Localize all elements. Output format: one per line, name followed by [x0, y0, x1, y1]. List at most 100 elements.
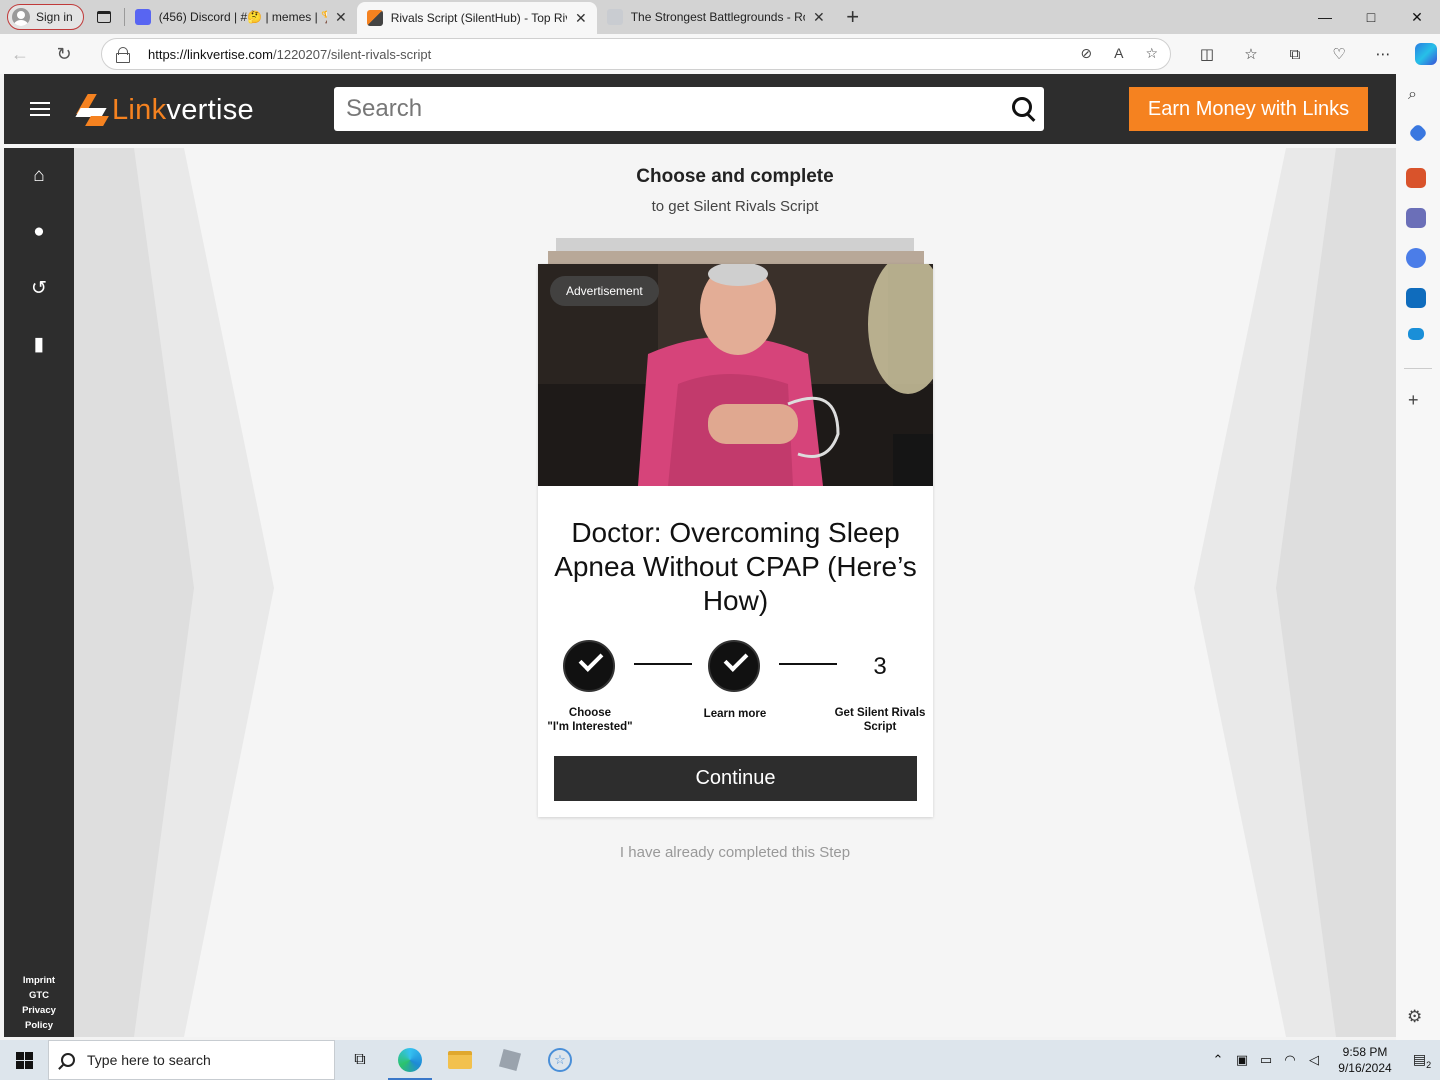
discord-favicon-icon — [134, 9, 151, 25]
earn-money-button[interactable]: Earn Money with Links — [1129, 87, 1368, 131]
send-icon[interactable] — [1408, 328, 1424, 340]
split-screen-icon[interactable]: ◫ — [1185, 45, 1229, 63]
browser-essentials-icon[interactable]: ♡ — [1317, 45, 1361, 63]
file-explorer-icon[interactable] — [435, 1040, 485, 1080]
sign-in-button[interactable]: Sign in — [7, 4, 84, 30]
notification-count: 2 — [1426, 1059, 1432, 1070]
page-heading: Choose and complete — [636, 166, 834, 187]
notifications-icon[interactable]: ▤2 — [1404, 1051, 1440, 1070]
history-icon[interactable]: ↺ — [29, 278, 49, 299]
imprint-link[interactable]: Imprint — [4, 973, 74, 988]
volume-muted-icon[interactable]: ◁ — [1302, 1052, 1326, 1068]
steps-progress: 3 Choose "I'm Interested" Learn more Get… — [538, 640, 933, 740]
taskbar-search-placeholder: Type here to search — [87, 1052, 211, 1068]
check-icon — [578, 647, 604, 672]
tab-discord[interactable]: (456) Discord | #🤔 | memes | 🏆 ✕ — [125, 0, 357, 34]
page-subheading: to get Silent Rivals Script — [651, 198, 819, 215]
collections-icon[interactable]: ⧉ — [1273, 46, 1317, 63]
continue-button[interactable]: Continue — [554, 756, 917, 801]
policy-link[interactable]: Policy — [4, 1018, 74, 1033]
refresh-button[interactable]: ↻ — [44, 34, 84, 74]
add-sidebar-app-icon[interactable]: + — [1408, 390, 1419, 411]
favorites-icon[interactable]: ☆ — [1229, 45, 1273, 63]
site-search — [334, 87, 1044, 131]
window-controls: — □ ✕ — [1302, 0, 1440, 34]
tab-strongest-battlegrounds[interactable]: The Strongest Battlegrounds - Roblox ✕ — [597, 0, 835, 34]
step-2-circle — [708, 640, 760, 692]
tab-title: (456) Discord | #🤔 | memes | 🏆 — [158, 10, 327, 24]
outlook-icon[interactable] — [1406, 288, 1426, 308]
back-button[interactable]: ← — [0, 34, 40, 74]
tools-briefcase-icon[interactable] — [1406, 168, 1426, 188]
meet-now-icon[interactable]: ▣ — [1230, 1052, 1254, 1068]
site-header: Linkvertise Earn Money with Links — [4, 74, 1396, 144]
url-host: https://linkvertise.com — [148, 46, 273, 62]
windows-start-icon[interactable] — [0, 1040, 48, 1080]
microsoft-365-icon[interactable] — [1406, 248, 1426, 268]
battery-icon[interactable]: ▭ — [1254, 1052, 1278, 1068]
taskbar-search[interactable]: Type here to search — [48, 1040, 335, 1080]
close-tab-icon[interactable]: ✕ — [813, 9, 825, 26]
shopping-tag-icon[interactable] — [1408, 123, 1428, 143]
task-view-icon[interactable]: ⧉ — [335, 1040, 385, 1080]
step-1-label: Choose "I'm Interested" — [547, 707, 633, 733]
read-aloud-icon[interactable]: A — [1114, 45, 1123, 62]
sign-in-label: Sign in — [36, 10, 73, 24]
linkvertise-logo[interactable]: Linkvertise — [74, 94, 254, 126]
favorite-star-icon[interactable]: ☆ — [1145, 45, 1158, 62]
search-input[interactable] — [346, 95, 1004, 123]
restore-button[interactable]: □ — [1348, 0, 1394, 34]
taskbar-clock[interactable]: 9:58 PM 9/16/2024 — [1326, 1044, 1404, 1076]
new-tab-button[interactable]: + — [835, 4, 871, 30]
account-icon[interactable]: ● — [29, 221, 49, 242]
footer-links: Imprint GTC Privacy Policy — [4, 973, 74, 1033]
linkvertise-logo-icon — [74, 94, 109, 126]
search-icon[interactable] — [1004, 87, 1044, 131]
ad-title[interactable]: Doctor: Overcoming Sleep Apnea Without C… — [548, 516, 923, 618]
step-connector — [634, 663, 692, 665]
copilot-icon[interactable] — [1415, 43, 1437, 65]
system-tray: ⌃ ▣ ▭ ◠ ◁ 9:58 PM 9/16/2024 ▤2 — [1206, 1040, 1440, 1080]
tab-title: Rivals Script (SilentHub) - Top Rivals — [390, 11, 567, 25]
profile-avatar-icon — [12, 8, 30, 26]
tab-actions-icon[interactable] — [84, 0, 124, 34]
sidebar-settings-icon[interactable]: ⚙ — [1407, 1007, 1422, 1027]
offer-card: Advertisement Doctor: Overcoming Sleep A… — [538, 264, 933, 817]
camera-blocked-icon[interactable]: ⊘ — [1080, 45, 1092, 62]
edge-sidebar: ⌕ + ⚙ — [1396, 74, 1440, 1040]
bookmark-icon[interactable]: ▮ — [29, 334, 49, 355]
logo-text: Linkvertise — [112, 93, 254, 126]
step-3-label: Get Silent Rivals Script — [834, 707, 926, 733]
search-icon — [61, 1053, 75, 1067]
wifi-icon[interactable]: ◠ — [1278, 1052, 1302, 1068]
browser-navbar: ← ↻ https://linkvertise.com/1220207/sile… — [0, 34, 1440, 74]
sidebar-search-icon[interactable]: ⌕ — [1408, 86, 1417, 104]
starred-app-icon[interactable]: ☆ — [535, 1040, 585, 1080]
privacy-link[interactable]: Privacy — [4, 1003, 74, 1018]
already-completed-link[interactable]: I have already completed this Step — [534, 844, 936, 861]
lock-icon[interactable] — [116, 47, 130, 63]
clock-date: 9/16/2024 — [1338, 1061, 1392, 1075]
linkvertise-favicon-icon — [366, 10, 383, 26]
close-tab-icon[interactable]: ✕ — [335, 9, 347, 26]
ad-image[interactable]: Advertisement — [538, 264, 933, 486]
more-options-icon[interactable]: ⋯ — [1361, 45, 1405, 63]
minimize-button[interactable]: — — [1302, 0, 1348, 34]
step-2-label: Learn more — [703, 708, 767, 720]
home-icon[interactable]: ⌂ — [29, 165, 49, 186]
step-1-circle — [563, 640, 615, 692]
windows-taskbar: Type here to search ⧉ ☆ ⌃ ▣ ▭ ◠ ◁ 9:58 P… — [0, 1040, 1440, 1080]
close-window-button[interactable]: ✕ — [1394, 0, 1440, 34]
gtc-link[interactable]: GTC — [4, 988, 74, 1003]
close-tab-icon[interactable]: ✕ — [575, 10, 587, 27]
tab-rivals-script[interactable]: Rivals Script (SilentHub) - Top Rivals ✕ — [356, 2, 597, 34]
games-icon[interactable] — [1406, 208, 1426, 228]
step-3-number: 3 — [873, 653, 887, 680]
edge-taskbar-icon[interactable] — [385, 1040, 435, 1080]
address-bar[interactable]: https://linkvertise.com/1220207/silent-r… — [101, 38, 1171, 70]
roblox-icon[interactable] — [485, 1040, 535, 1080]
show-hidden-icons-icon[interactable]: ⌃ — [1206, 1052, 1230, 1068]
sidebar-separator — [1404, 368, 1432, 369]
menu-icon[interactable] — [30, 102, 50, 116]
check-icon — [723, 647, 749, 672]
